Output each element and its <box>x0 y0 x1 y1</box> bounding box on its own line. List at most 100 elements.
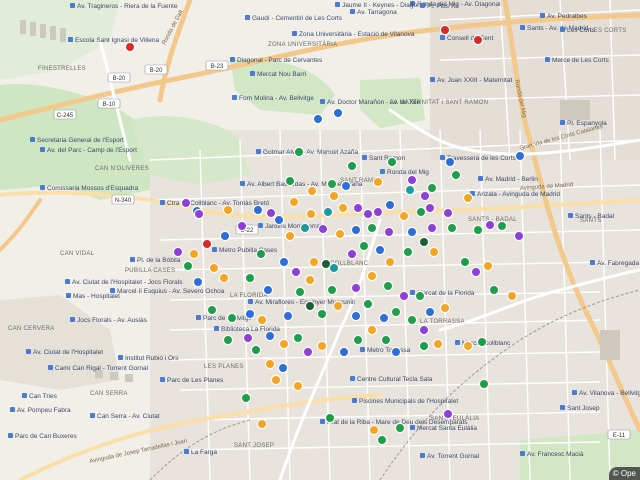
map-marker-green[interactable] <box>366 222 378 234</box>
map-marker-orange[interactable] <box>306 185 318 197</box>
map-marker-orange[interactable] <box>398 210 410 222</box>
map-marker-green[interactable] <box>206 304 218 316</box>
map-marker-green[interactable] <box>450 169 462 181</box>
map-marker-purple[interactable] <box>383 226 395 238</box>
map-marker-blue[interactable] <box>444 156 456 168</box>
map-marker-purple[interactable] <box>398 290 410 302</box>
map-marker-orange[interactable] <box>256 314 268 326</box>
map-marker-green[interactable] <box>362 298 374 310</box>
map-marker-blue[interactable] <box>244 308 256 320</box>
map-marker-green[interactable] <box>418 340 430 352</box>
map-marker-green[interactable] <box>496 220 508 232</box>
map-marker-green[interactable] <box>222 334 234 346</box>
map-marker-green[interactable] <box>386 156 398 168</box>
map-marker-green[interactable] <box>406 314 418 326</box>
map-marker-orange[interactable] <box>208 262 220 274</box>
map-marker-blue[interactable] <box>312 113 324 125</box>
map-marker-blue[interactable] <box>332 107 344 119</box>
map-marker-green[interactable] <box>250 344 262 356</box>
map-marker-green[interactable] <box>294 286 306 298</box>
map-marker-orange[interactable] <box>284 230 296 242</box>
map-marker-darkgreen[interactable] <box>418 236 430 248</box>
map-marker-blue[interactable] <box>219 230 231 242</box>
map-marker-orange[interactable] <box>439 302 451 314</box>
map-marker-purple[interactable] <box>193 208 205 220</box>
map-marker-orange[interactable] <box>366 324 378 336</box>
map-marker-blue[interactable] <box>338 346 350 358</box>
map-marker-blue[interactable] <box>264 330 276 342</box>
map-marker-orange[interactable] <box>270 374 282 386</box>
map-marker-green[interactable] <box>394 422 406 434</box>
map-marker-green[interactable] <box>346 160 358 172</box>
map-marker-orange[interactable] <box>432 338 444 350</box>
map-marker-green[interactable] <box>326 284 338 296</box>
map-marker-purple[interactable] <box>442 408 454 420</box>
map-marker-blue[interactable] <box>340 180 352 192</box>
map-marker-orange[interactable] <box>288 196 300 208</box>
map-marker-red[interactable] <box>439 24 451 36</box>
map-marker-green[interactable] <box>446 222 458 234</box>
map-marker-purple[interactable] <box>290 266 302 278</box>
map-marker-blue[interactable] <box>277 362 289 374</box>
map-marker-green[interactable] <box>414 290 426 302</box>
map-marker-green[interactable] <box>415 206 427 218</box>
map-marker-green[interactable] <box>390 306 402 318</box>
map-marker-green[interactable] <box>472 224 484 236</box>
map-marker-orange[interactable] <box>366 270 378 282</box>
map-marker-blue[interactable] <box>350 310 362 322</box>
map-marker-purple[interactable] <box>236 220 248 232</box>
map-marker-purple[interactable] <box>418 324 430 336</box>
map-marker-purple[interactable] <box>302 346 314 358</box>
map-marker-orange[interactable] <box>188 248 200 260</box>
map-marker-blue[interactable] <box>514 150 526 162</box>
map-marker-green[interactable] <box>478 378 490 390</box>
map-marker-purple[interactable] <box>242 332 254 344</box>
map-marker-purple[interactable] <box>352 202 364 214</box>
map-marker-orange[interactable] <box>278 338 290 350</box>
map-marker-orange[interactable] <box>305 208 317 220</box>
map-marker-blue[interactable] <box>350 224 362 236</box>
map-marker-blue[interactable] <box>424 306 436 318</box>
map-marker-orange[interactable] <box>337 202 349 214</box>
map-marker-blue[interactable] <box>278 256 290 268</box>
map-marker-green[interactable] <box>326 178 338 190</box>
map-marker-purple[interactable] <box>362 208 374 220</box>
map-marker-green[interactable] <box>352 334 364 346</box>
map-marker-green[interactable] <box>324 412 336 424</box>
map-marker-purple[interactable] <box>180 197 192 209</box>
map-marker-purple[interactable] <box>350 282 362 294</box>
map-marker-orange[interactable] <box>384 256 396 268</box>
map-marker-red[interactable] <box>201 238 213 250</box>
map-marker-orange[interactable] <box>292 380 304 392</box>
map-marker-orange[interactable] <box>264 358 276 370</box>
map-marker-orange[interactable] <box>222 204 234 216</box>
map-marker-blue[interactable] <box>378 312 390 324</box>
map-marker-purple[interactable] <box>172 246 184 258</box>
map-marker-green[interactable] <box>426 182 438 194</box>
map-marker-blue[interactable] <box>192 276 204 288</box>
map-marker-orange[interactable] <box>482 260 494 272</box>
map-marker-teal[interactable] <box>404 184 416 196</box>
map-marker-purple[interactable] <box>426 222 438 234</box>
map-marker-orange[interactable] <box>218 272 230 284</box>
map-marker-red[interactable] <box>472 34 484 46</box>
map-marker-orange[interactable] <box>368 424 380 436</box>
map-marker-orange[interactable] <box>462 340 474 352</box>
map-marker-green[interactable] <box>244 272 256 284</box>
map-marker-orange[interactable] <box>308 256 320 268</box>
map-marker-green[interactable] <box>226 312 238 324</box>
map-marker-red[interactable] <box>124 41 136 53</box>
map-marker-green[interactable] <box>459 256 471 268</box>
attribution[interactable]: © Ope <box>608 467 640 480</box>
map-marker-green[interactable] <box>402 246 414 258</box>
map-marker-purple[interactable] <box>424 202 436 214</box>
map-marker-purple[interactable] <box>470 266 482 278</box>
map-marker-purple[interactable] <box>442 207 454 219</box>
map-marker-orange[interactable] <box>304 274 316 286</box>
map-marker-green[interactable] <box>240 392 252 404</box>
map-marker-blue[interactable] <box>384 199 396 211</box>
map-marker-green[interactable] <box>182 260 194 272</box>
map-marker-orange[interactable] <box>462 192 474 204</box>
map-marker-blue[interactable] <box>273 214 285 226</box>
map-marker-purple[interactable] <box>346 248 358 260</box>
